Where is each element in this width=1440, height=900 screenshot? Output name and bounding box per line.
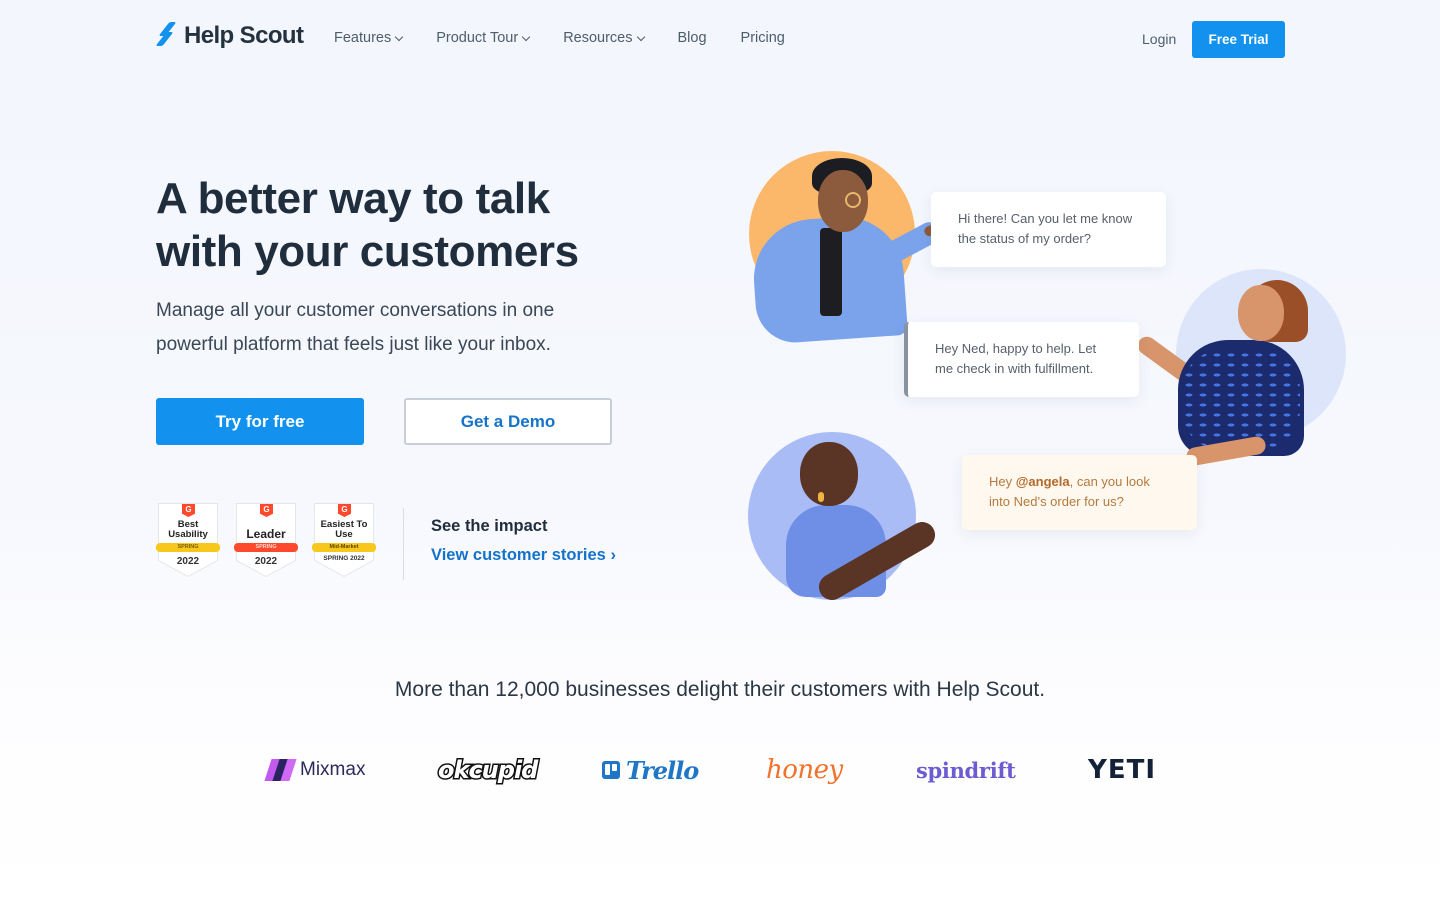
logo-mixmax: Mixmax: [264, 748, 366, 792]
logo-spindrift: spindrift: [916, 757, 1016, 783]
logo-okcupid: okcupid: [436, 755, 539, 786]
hero-subtitle: Manage all your customer conversations i…: [156, 300, 555, 355]
badge-title: Easiest To Use: [320, 519, 368, 540]
nav-item-blog[interactable]: Blog: [678, 30, 707, 46]
top-navigation: Help Scout Features Product Tour Resourc…: [0, 0, 1440, 80]
trello-wordmark: Trello: [626, 755, 699, 785]
get-a-demo-button[interactable]: Get a Demo: [404, 398, 612, 445]
mixmax-wordmark: Mixmax: [300, 759, 366, 780]
agent-angela-face: [1238, 285, 1284, 341]
mention-tag: @angela: [1015, 474, 1070, 489]
badge-easiest-to-use: G Easiest To Use Mid-Market SPRING 2022: [312, 503, 376, 577]
glasses-icon: [845, 192, 861, 208]
nav-item-pricing[interactable]: Pricing: [741, 30, 785, 46]
badge-title: Leader: [246, 527, 286, 541]
nav-item-label: Features: [334, 30, 392, 46]
nav-item-label: Pricing: [740, 30, 785, 46]
badge-title: Best Usability: [168, 519, 208, 540]
logo-honey: honey: [766, 755, 843, 785]
badge-ribbon: SPRING: [234, 543, 298, 552]
badge-leader: G Leader SPRING 2022: [234, 503, 298, 577]
help-scout-logo[interactable]: Help Scout: [155, 22, 304, 50]
badge-best-usability: G Best Usability SPRING 2022: [156, 503, 220, 577]
chat-bubble-agent-reply: Hey Ned, happy to help. Let me check in …: [904, 322, 1139, 397]
trello-logo-icon: [602, 761, 620, 779]
chevron-down-icon: [636, 32, 645, 41]
chevron-down-icon: [521, 32, 531, 41]
badge-year: 2022: [254, 556, 278, 567]
mixmax-logo-icon: [264, 759, 297, 781]
impact-heading: See the impact: [431, 517, 548, 535]
brand-name: Help Scout: [184, 22, 304, 49]
chat-bubble-customer: Hi there! Can you let me know the status…: [931, 192, 1166, 267]
nav-item-features[interactable]: Features: [334, 30, 404, 46]
vertical-divider: [403, 508, 404, 580]
nav-item-product-tour[interactable]: Product Tour: [436, 30, 531, 46]
chat-bubble-internal-note: Hey @angela, can you look into Ned’s ord…: [962, 455, 1197, 530]
help-scout-logo-icon: [155, 22, 180, 50]
earring-icon: [818, 492, 824, 502]
social-proof-text: More than 12,000 businesses delight thei…: [394, 678, 1046, 701]
agent-teammate-face: [800, 442, 858, 506]
badge-ribbon: SPRING: [156, 543, 220, 552]
chevron-down-icon: [394, 32, 404, 41]
nav-links: Features Product Tour Resources Blog Pri…: [334, 30, 819, 46]
logo-trello: Trello: [602, 748, 699, 792]
badge-year: SPRING 2022: [323, 555, 365, 562]
nav-item-label: Product Tour: [436, 30, 519, 46]
customer-logos: Mixmax okcupid Trello honey spindrift YE…: [0, 748, 1440, 792]
hero-title: A better way to talk with your customers: [156, 174, 579, 276]
logo-yeti: YETI: [1088, 755, 1156, 785]
free-trial-button[interactable]: Free Trial: [1192, 21, 1285, 58]
nav-item-label: Resources: [563, 30, 633, 46]
nav-item-label: Blog: [677, 30, 707, 46]
award-badges: G Best Usability SPRING 2022 G Leader SP…: [156, 503, 376, 577]
login-link[interactable]: Login: [1142, 31, 1176, 47]
agent-angela-pattern: [1182, 350, 1300, 450]
try-for-free-button[interactable]: Try for free: [156, 398, 364, 445]
badge-year: 2022: [176, 556, 200, 567]
nav-item-resources[interactable]: Resources: [563, 30, 645, 46]
note-text: Hey: [989, 474, 1016, 489]
customer-ned-shirt: [820, 228, 842, 316]
badge-ribbon: Mid-Market: [312, 543, 376, 552]
view-customer-stories-link[interactable]: View customer stories ›: [431, 546, 616, 565]
